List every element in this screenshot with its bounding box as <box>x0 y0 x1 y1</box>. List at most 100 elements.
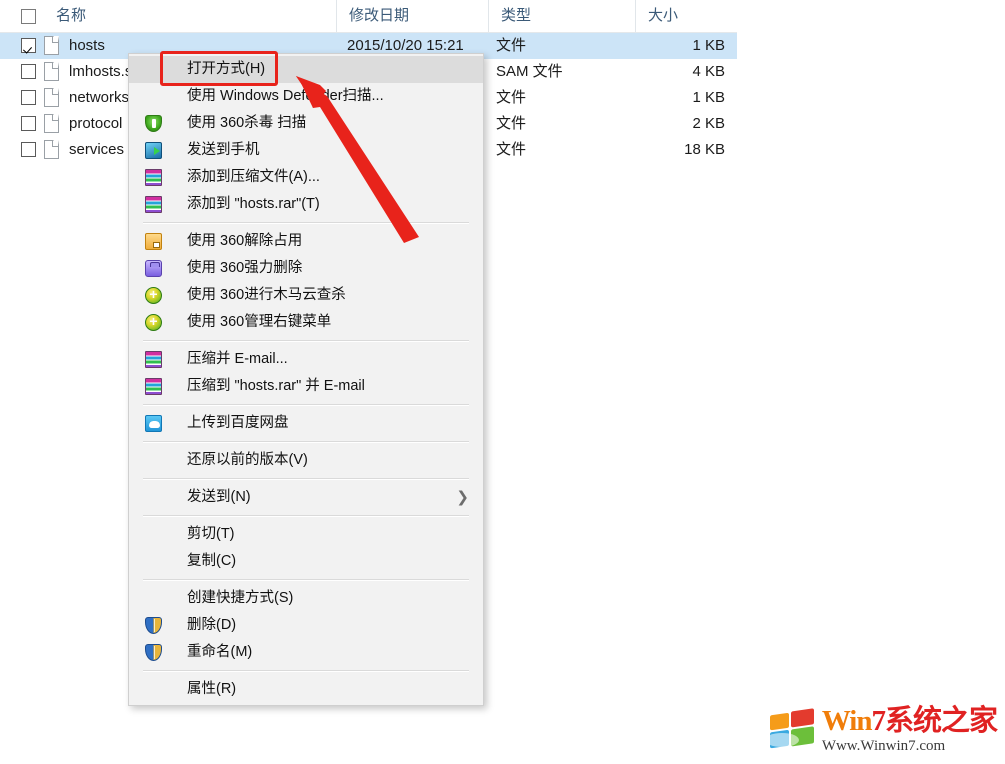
shield-360-icon <box>145 115 162 132</box>
file-size: 4 KB <box>635 59 725 85</box>
file-row-checkbox[interactable] <box>21 116 36 131</box>
context-menu-item[interactable]: 上传到百度网盘 <box>129 410 483 437</box>
context-menu-item-label: 属性(R) <box>187 681 236 697</box>
file-icon <box>44 140 59 159</box>
file-type: 文件 <box>496 111 526 137</box>
column-header-name[interactable]: 名称 <box>44 0 336 32</box>
file-size: 2 KB <box>635 111 725 137</box>
context-menu-item-label: 使用 360强力删除 <box>187 260 302 276</box>
context-menu-item-label: 重命名(M) <box>187 644 252 660</box>
context-menu-item-label: 使用 360解除占用 <box>187 233 302 249</box>
context-menu-item[interactable]: 创建快捷方式(S) <box>129 585 483 612</box>
context-menu-item[interactable]: 删除(D) <box>129 612 483 639</box>
watermark-brand-cn: 系统之家 <box>885 705 997 737</box>
winrar-icon <box>145 351 162 368</box>
menu-separator <box>143 478 469 480</box>
file-name: services <box>69 137 124 163</box>
context-menu-item-label: 使用 360进行木马云查杀 <box>187 287 346 303</box>
context-menu-item-label: 使用 360杀毒 扫描 <box>187 115 306 131</box>
360-plus-icon <box>145 314 162 331</box>
menu-separator <box>143 222 469 224</box>
watermark-brand-7: 7 <box>871 705 885 737</box>
site-watermark: Win7系统之家 Www.Winwin7.com <box>766 702 997 758</box>
column-header-size[interactable]: 大小 <box>635 0 737 32</box>
menu-separator <box>143 515 469 517</box>
context-menu-item[interactable]: 发送到(N)❯ <box>129 484 483 511</box>
context-menu-item[interactable]: 压缩到 "hosts.rar" 并 E-mail <box>129 373 483 400</box>
context-menu-item-label: 压缩并 E-mail... <box>187 351 288 367</box>
file-size: 1 KB <box>635 85 725 111</box>
file-row-checkbox[interactable] <box>21 64 36 79</box>
context-menu-item[interactable]: 重命名(M) <box>129 639 483 666</box>
menu-separator <box>143 404 469 406</box>
context-menu-item-label: 删除(D) <box>187 617 236 633</box>
context-menu-item[interactable]: 还原以前的版本(V) <box>129 447 483 474</box>
context-menu-item-label: 压缩到 "hosts.rar" 并 E-mail <box>187 378 365 394</box>
baidu-netdisk-icon <box>145 415 162 432</box>
menu-separator <box>143 579 469 581</box>
context-menu-item[interactable]: 使用 360进行木马云查杀 <box>129 282 483 309</box>
column-header-row: 名称 修改日期 类型 大小 <box>0 0 737 33</box>
file-size: 18 KB <box>635 137 725 163</box>
windows-logo-icon <box>766 707 818 753</box>
file-name: protocol <box>69 111 122 137</box>
context-menu-item-label: 发送到手机 <box>187 142 260 158</box>
context-menu-item[interactable]: 添加到 "hosts.rar"(T) <box>129 191 483 218</box>
context-menu-item-label: 创建快捷方式(S) <box>187 590 293 606</box>
menu-separator <box>143 670 469 672</box>
context-menu-item[interactable]: 剪切(T) <box>129 521 483 548</box>
file-type: SAM 文件 <box>496 59 563 85</box>
select-all-checkbox[interactable] <box>21 9 36 24</box>
file-type: 文件 <box>496 33 526 59</box>
folder-unlock-icon <box>145 233 162 250</box>
watermark-url: Www.Winwin7.com <box>822 739 997 754</box>
context-menu-item[interactable]: 压缩并 E-mail... <box>129 346 483 373</box>
menu-separator <box>143 340 469 342</box>
context-menu-item[interactable]: 使用 360强力删除 <box>129 255 483 282</box>
context-menu-item-label: 使用 Windows Defender扫描... <box>187 88 384 104</box>
context-menu-item-label: 发送到(N) <box>187 489 251 505</box>
file-icon <box>44 36 59 55</box>
file-name: hosts <box>69 33 105 59</box>
uac-shield-icon <box>145 644 162 661</box>
context-menu-item[interactable]: 使用 360管理右键菜单 <box>129 309 483 336</box>
context-menu-item-label: 添加到压缩文件(A)... <box>187 169 320 185</box>
context-menu-item[interactable]: 属性(R) <box>129 676 483 703</box>
winrar-icon <box>145 378 162 395</box>
winrar-icon <box>145 169 162 186</box>
file-row-checkbox[interactable] <box>21 142 36 157</box>
context-menu-item-label: 使用 360管理右键菜单 <box>187 314 331 330</box>
context-menu-item-label: 剪切(T) <box>187 526 235 542</box>
context-menu[interactable]: 打开方式(H)使用 Windows Defender扫描...使用 360杀毒 … <box>128 53 484 706</box>
context-menu-item-label: 上传到百度网盘 <box>187 415 289 431</box>
column-header-type[interactable]: 类型 <box>488 0 635 32</box>
file-icon <box>44 88 59 107</box>
uac-shield-icon <box>145 617 162 634</box>
winrar-icon <box>145 196 162 213</box>
watermark-brand-in: in <box>849 705 871 737</box>
context-menu-item[interactable]: 使用 Windows Defender扫描... <box>129 83 483 110</box>
context-menu-item[interactable]: 使用 360解除占用 <box>129 228 483 255</box>
force-delete-icon <box>145 260 162 277</box>
file-name: networks <box>69 85 129 111</box>
file-icon <box>44 62 59 81</box>
file-row-checkbox[interactable] <box>21 38 36 53</box>
watermark-brand-w: W <box>822 705 849 737</box>
context-menu-item[interactable]: 复制(C) <box>129 548 483 575</box>
menu-separator <box>143 441 469 443</box>
context-menu-item-label: 还原以前的版本(V) <box>187 452 308 468</box>
send-to-phone-icon <box>145 142 162 159</box>
file-icon <box>44 114 59 133</box>
360-plus-icon <box>145 287 162 304</box>
context-menu-item-label: 复制(C) <box>187 553 236 569</box>
context-menu-item[interactable]: 发送到手机 <box>129 137 483 164</box>
file-size: 1 KB <box>635 33 725 59</box>
context-menu-item[interactable]: 添加到压缩文件(A)... <box>129 164 483 191</box>
column-header-date[interactable]: 修改日期 <box>336 0 488 32</box>
context-menu-item-label: 添加到 "hosts.rar"(T) <box>187 196 320 212</box>
file-type: 文件 <box>496 85 526 111</box>
file-type: 文件 <box>496 137 526 163</box>
file-row-checkbox[interactable] <box>21 90 36 105</box>
context-menu-item[interactable]: 使用 360杀毒 扫描 <box>129 110 483 137</box>
red-highlight-box <box>160 51 278 86</box>
